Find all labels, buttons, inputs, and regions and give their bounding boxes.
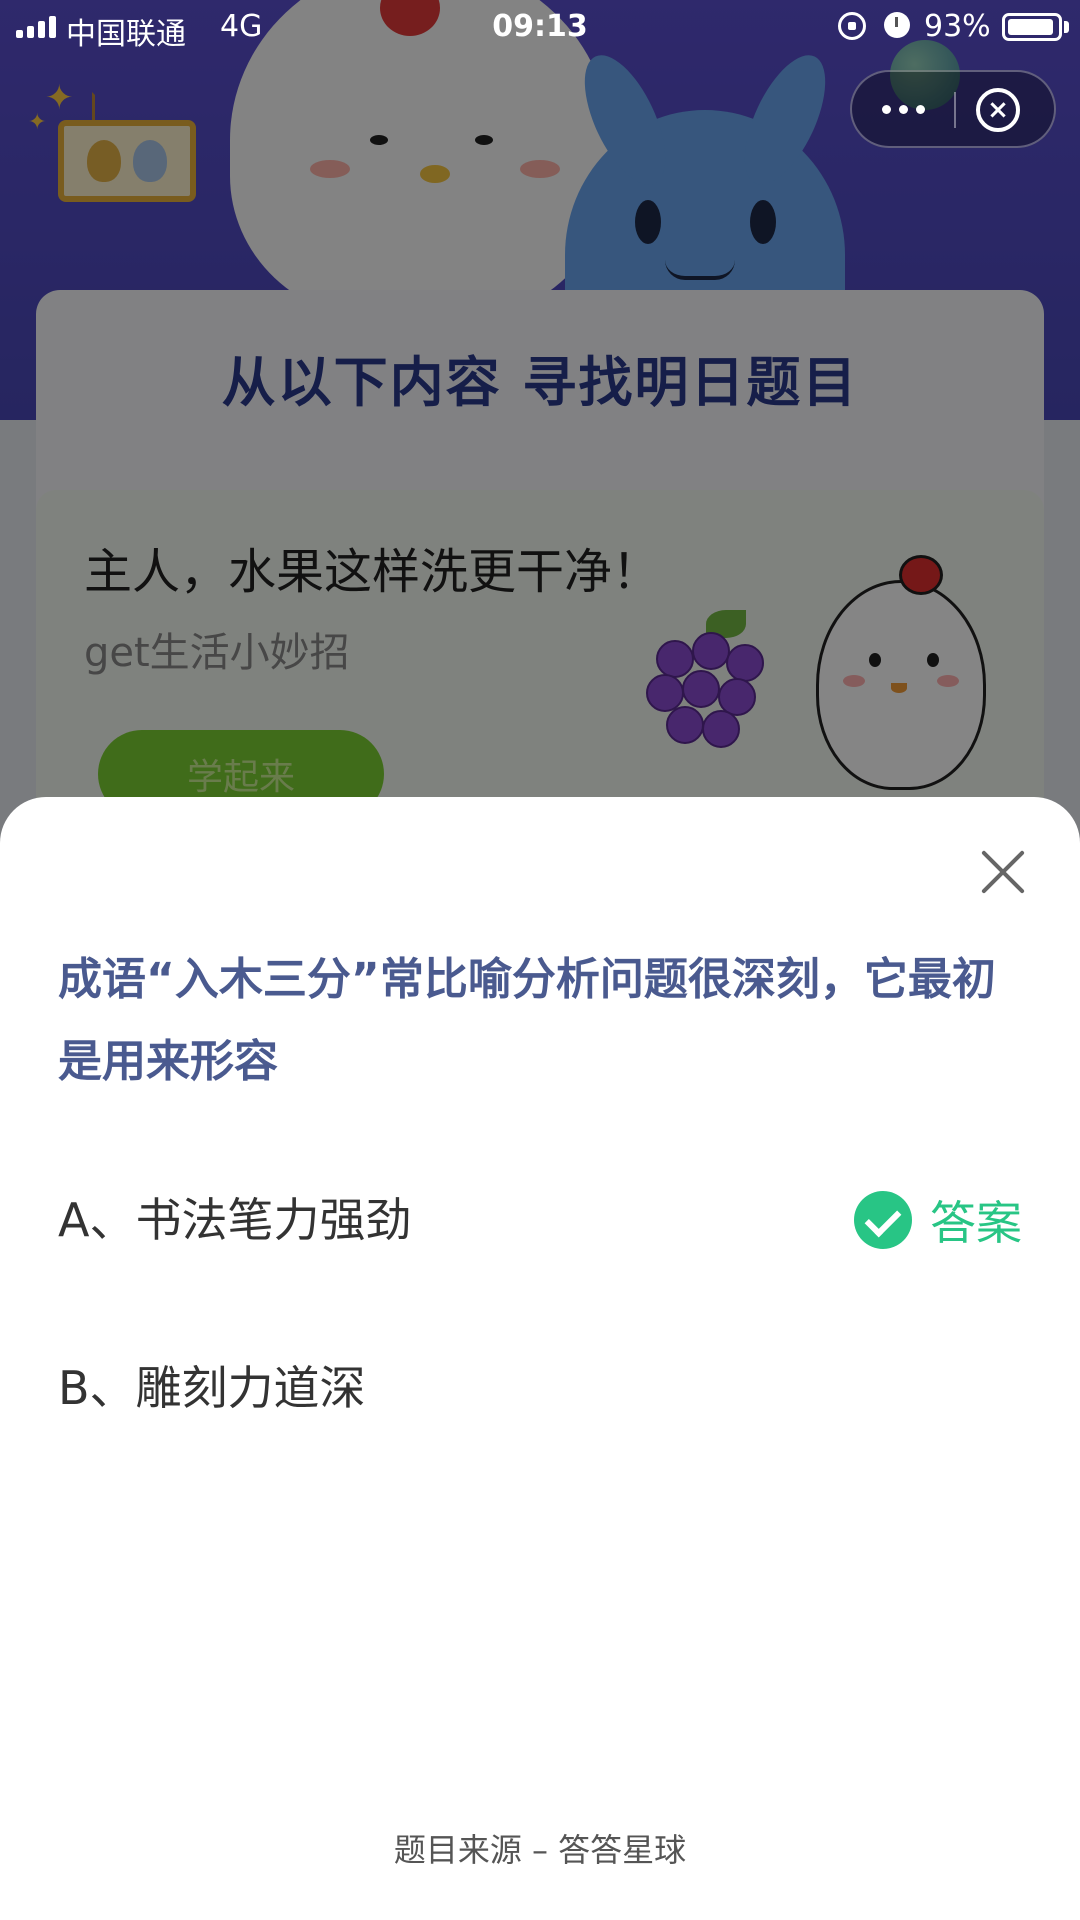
answer-tag: 答案: [854, 1187, 1022, 1253]
more-dots-icon[interactable]: [852, 72, 954, 146]
clock: 09:13: [492, 9, 588, 44]
exit-circle-icon[interactable]: ×: [976, 88, 1020, 132]
battery-cap: [1064, 21, 1069, 33]
close-icon[interactable]: [978, 847, 1028, 897]
check-circle-icon: [854, 1191, 912, 1249]
question-source: 题目来源 – 答答星球: [393, 1831, 687, 1869]
dot: [898, 104, 908, 114]
quiz-sheet: 成语“入木三分”常比喻分析问题很深刻，它最初是用来形容 A、书法笔力强劲 答案 …: [0, 797, 1080, 1920]
status-bar: 中国联通 4G 09:13 93%: [0, 0, 1080, 54]
battery-icon: [1002, 13, 1062, 41]
question-text: 成语“入木三分”常比喻分析问题很深刻，它最初是用来形容: [58, 954, 996, 1087]
option-label: B、雕刻力道深: [58, 1361, 366, 1415]
dot: [881, 104, 891, 114]
alarm-icon: [884, 12, 910, 38]
miniprogram-capsule: ×: [850, 70, 1056, 148]
option-b[interactable]: B、雕刻力道深: [58, 1345, 1022, 1425]
answer-label: 答案: [930, 1196, 1022, 1250]
rotation-lock-icon: [838, 12, 866, 40]
option-label: A、书法笔力强劲: [58, 1193, 412, 1247]
battery-fill: [1008, 19, 1053, 35]
option-a[interactable]: A、书法笔力强劲 答案: [58, 1177, 1022, 1257]
battery-percent: 93%: [924, 9, 991, 44]
capsule-divider: [954, 92, 956, 128]
dot: [915, 104, 925, 114]
